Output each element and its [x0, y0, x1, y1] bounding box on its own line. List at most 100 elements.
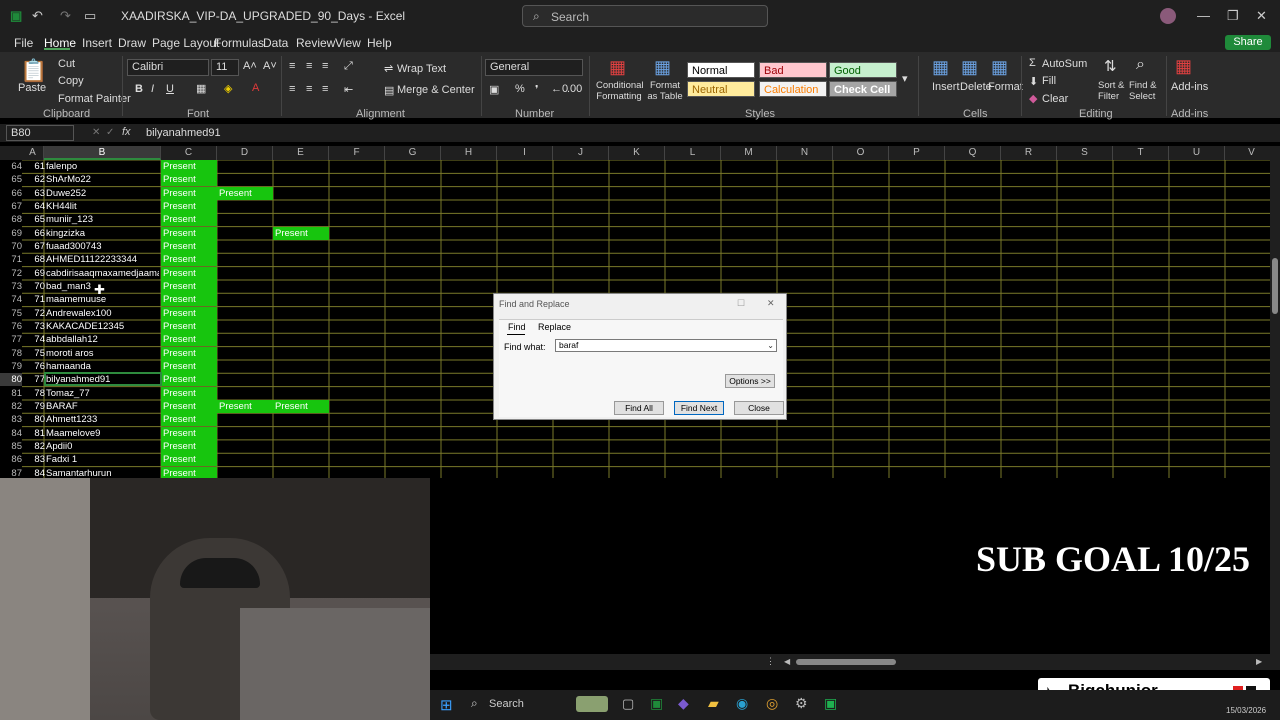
menu-insert[interactable]: Insert [82, 36, 112, 50]
obs-app-icon[interactable]: ▣ [824, 695, 837, 712]
row-number[interactable]: 67 [0, 200, 22, 213]
vertical-scrollbar[interactable] [1270, 146, 1280, 654]
cell-username[interactable]: Ahmett1233 [46, 413, 159, 426]
row-number[interactable]: 81 [0, 387, 22, 400]
row-number[interactable]: 65 [0, 173, 22, 186]
cell-username[interactable]: KH44lit [46, 200, 159, 213]
cell-status-e[interactable]: Present [273, 226, 329, 240]
vertical-scroll-thumb[interactable] [1272, 258, 1278, 314]
column-header[interactable]: H [441, 146, 497, 160]
cell-username[interactable]: Duwe252 [46, 187, 159, 200]
cell-index[interactable]: 71 [33, 293, 45, 306]
menu-page-layout[interactable]: Page Layout [152, 36, 219, 50]
row-number[interactable]: 85 [0, 440, 22, 453]
cell-index[interactable]: 76 [33, 360, 45, 373]
column-header[interactable]: J [553, 146, 609, 160]
insert-cells-button[interactable]: Insert [932, 81, 960, 93]
cell-status-c[interactable]: Present [161, 359, 217, 373]
column-header[interactable]: T [1113, 146, 1169, 160]
paste-button[interactable]: Paste [18, 82, 46, 94]
cell-username[interactable]: Tomaz_77 [46, 387, 159, 400]
style-bad[interactable]: Bad [759, 62, 827, 78]
column-header[interactable]: O [833, 146, 889, 160]
menu-file[interactable]: File [14, 36, 33, 50]
style-check-cell[interactable]: Check Cell [829, 81, 897, 97]
file-explorer-icon[interactable]: ▰ [708, 695, 719, 712]
cell-index[interactable]: 65 [33, 213, 45, 226]
cell-status-c[interactable]: Present [161, 173, 217, 187]
cell-status-c[interactable]: Present [161, 266, 217, 280]
cell-status-d[interactable]: Present [217, 399, 273, 413]
cell-index[interactable]: 83 [33, 453, 45, 466]
cell-username[interactable]: Apdii0 [46, 440, 159, 453]
cell-index[interactable]: 72 [33, 307, 45, 320]
cell-index[interactable]: 61 [33, 160, 45, 173]
minimize-icon[interactable]: — [1197, 8, 1210, 23]
underline-icon[interactable]: U [166, 83, 174, 95]
cell-status-c[interactable]: Present [161, 426, 217, 440]
sort-filter-button[interactable]: Sort & Filter [1098, 80, 1128, 102]
cell-username[interactable]: moroti aros [46, 347, 159, 360]
align-right-icon[interactable]: ≡ [322, 83, 328, 95]
undo-icon[interactable]: ↶ [32, 8, 43, 24]
cell-status-c[interactable]: Present [161, 279, 217, 293]
name-box[interactable]: B80 [6, 125, 74, 141]
scroll-right-icon[interactable]: ▶ [1256, 657, 1262, 666]
cell-status-c[interactable]: Present [161, 386, 217, 400]
grow-font-icon[interactable]: A˄ [243, 60, 257, 72]
column-header[interactable]: I [497, 146, 553, 160]
find-what-input[interactable]: baraf ⌄ [555, 339, 777, 352]
italic-icon[interactable]: I [151, 83, 154, 95]
row-number[interactable]: 70 [0, 240, 22, 253]
menu-formulas[interactable]: Formulas [214, 36, 264, 50]
format-cells-button[interactable]: Format [988, 81, 1023, 93]
cell-index[interactable]: 63 [33, 187, 45, 200]
cell-username[interactable]: kingzizka [46, 227, 159, 240]
row-number[interactable]: 74 [0, 293, 22, 306]
row-number[interactable]: 77 [0, 333, 22, 346]
column-header[interactable]: E [273, 146, 329, 160]
column-header[interactable]: M [721, 146, 777, 160]
tab-replace[interactable]: Replace [538, 322, 571, 332]
cell-index[interactable]: 66 [33, 227, 45, 240]
share-button[interactable]: Share [1225, 35, 1271, 50]
autosum-button[interactable]: AutoSum [1042, 58, 1087, 70]
redo-icon[interactable]: ↷ [60, 8, 71, 24]
row-number[interactable]: 86 [0, 453, 22, 466]
wrap-text-button[interactable]: Wrap Text [397, 63, 446, 75]
cell-username[interactable]: Fadxi 1 [46, 453, 159, 466]
cell-status-c[interactable]: Present [161, 453, 217, 467]
cell-username[interactable]: abbdallah12 [46, 333, 159, 346]
decrease-decimal-icon[interactable]: .00 [567, 83, 582, 95]
column-header[interactable]: N [777, 146, 833, 160]
conditional-formatting-button[interactable]: Conditional Formatting [596, 80, 644, 102]
chrome-icon[interactable]: ◎ [766, 695, 778, 712]
format-as-table-button[interactable]: Format as Table [646, 80, 684, 102]
excel-taskbar-icon[interactable]: ▣ [650, 695, 663, 712]
account-avatar[interactable] [1160, 8, 1176, 24]
cell-index[interactable]: 81 [33, 427, 45, 440]
align-middle-icon[interactable]: ≡ [306, 60, 312, 72]
cell-status-d[interactable]: Present [217, 186, 273, 200]
indent-icon[interactable]: ⇤ [344, 83, 353, 96]
settings-gear-icon[interactable]: ⚙ [795, 695, 808, 712]
row-number[interactable]: 84 [0, 427, 22, 440]
column-header[interactable]: A [22, 146, 44, 160]
find-all-button[interactable]: Find All [614, 401, 664, 415]
cell-index[interactable]: 75 [33, 347, 45, 360]
cell-status-e[interactable]: Present [273, 399, 329, 413]
formula-input[interactable]: bilyanahmed91 [146, 127, 221, 139]
row-number[interactable]: 64 [0, 160, 22, 173]
cell-status-c[interactable]: Present [161, 293, 217, 307]
cell-username[interactable]: hamaanda [46, 360, 159, 373]
cell-username[interactable]: fuaad300743 [46, 240, 159, 253]
edge-icon[interactable]: ◉ [736, 695, 748, 712]
fill-button[interactable]: Fill [1042, 75, 1056, 87]
cell-username[interactable]: AHMED11122233344 [46, 253, 159, 266]
cell-index[interactable]: 67 [33, 240, 45, 253]
row-number[interactable]: 71 [0, 253, 22, 266]
menu-draw[interactable]: Draw [118, 36, 146, 50]
cell-username[interactable]: KAKACADE12345 [46, 320, 159, 333]
close-window-icon[interactable]: ✕ [1256, 8, 1267, 24]
find-next-button[interactable]: Find Next [674, 401, 724, 415]
